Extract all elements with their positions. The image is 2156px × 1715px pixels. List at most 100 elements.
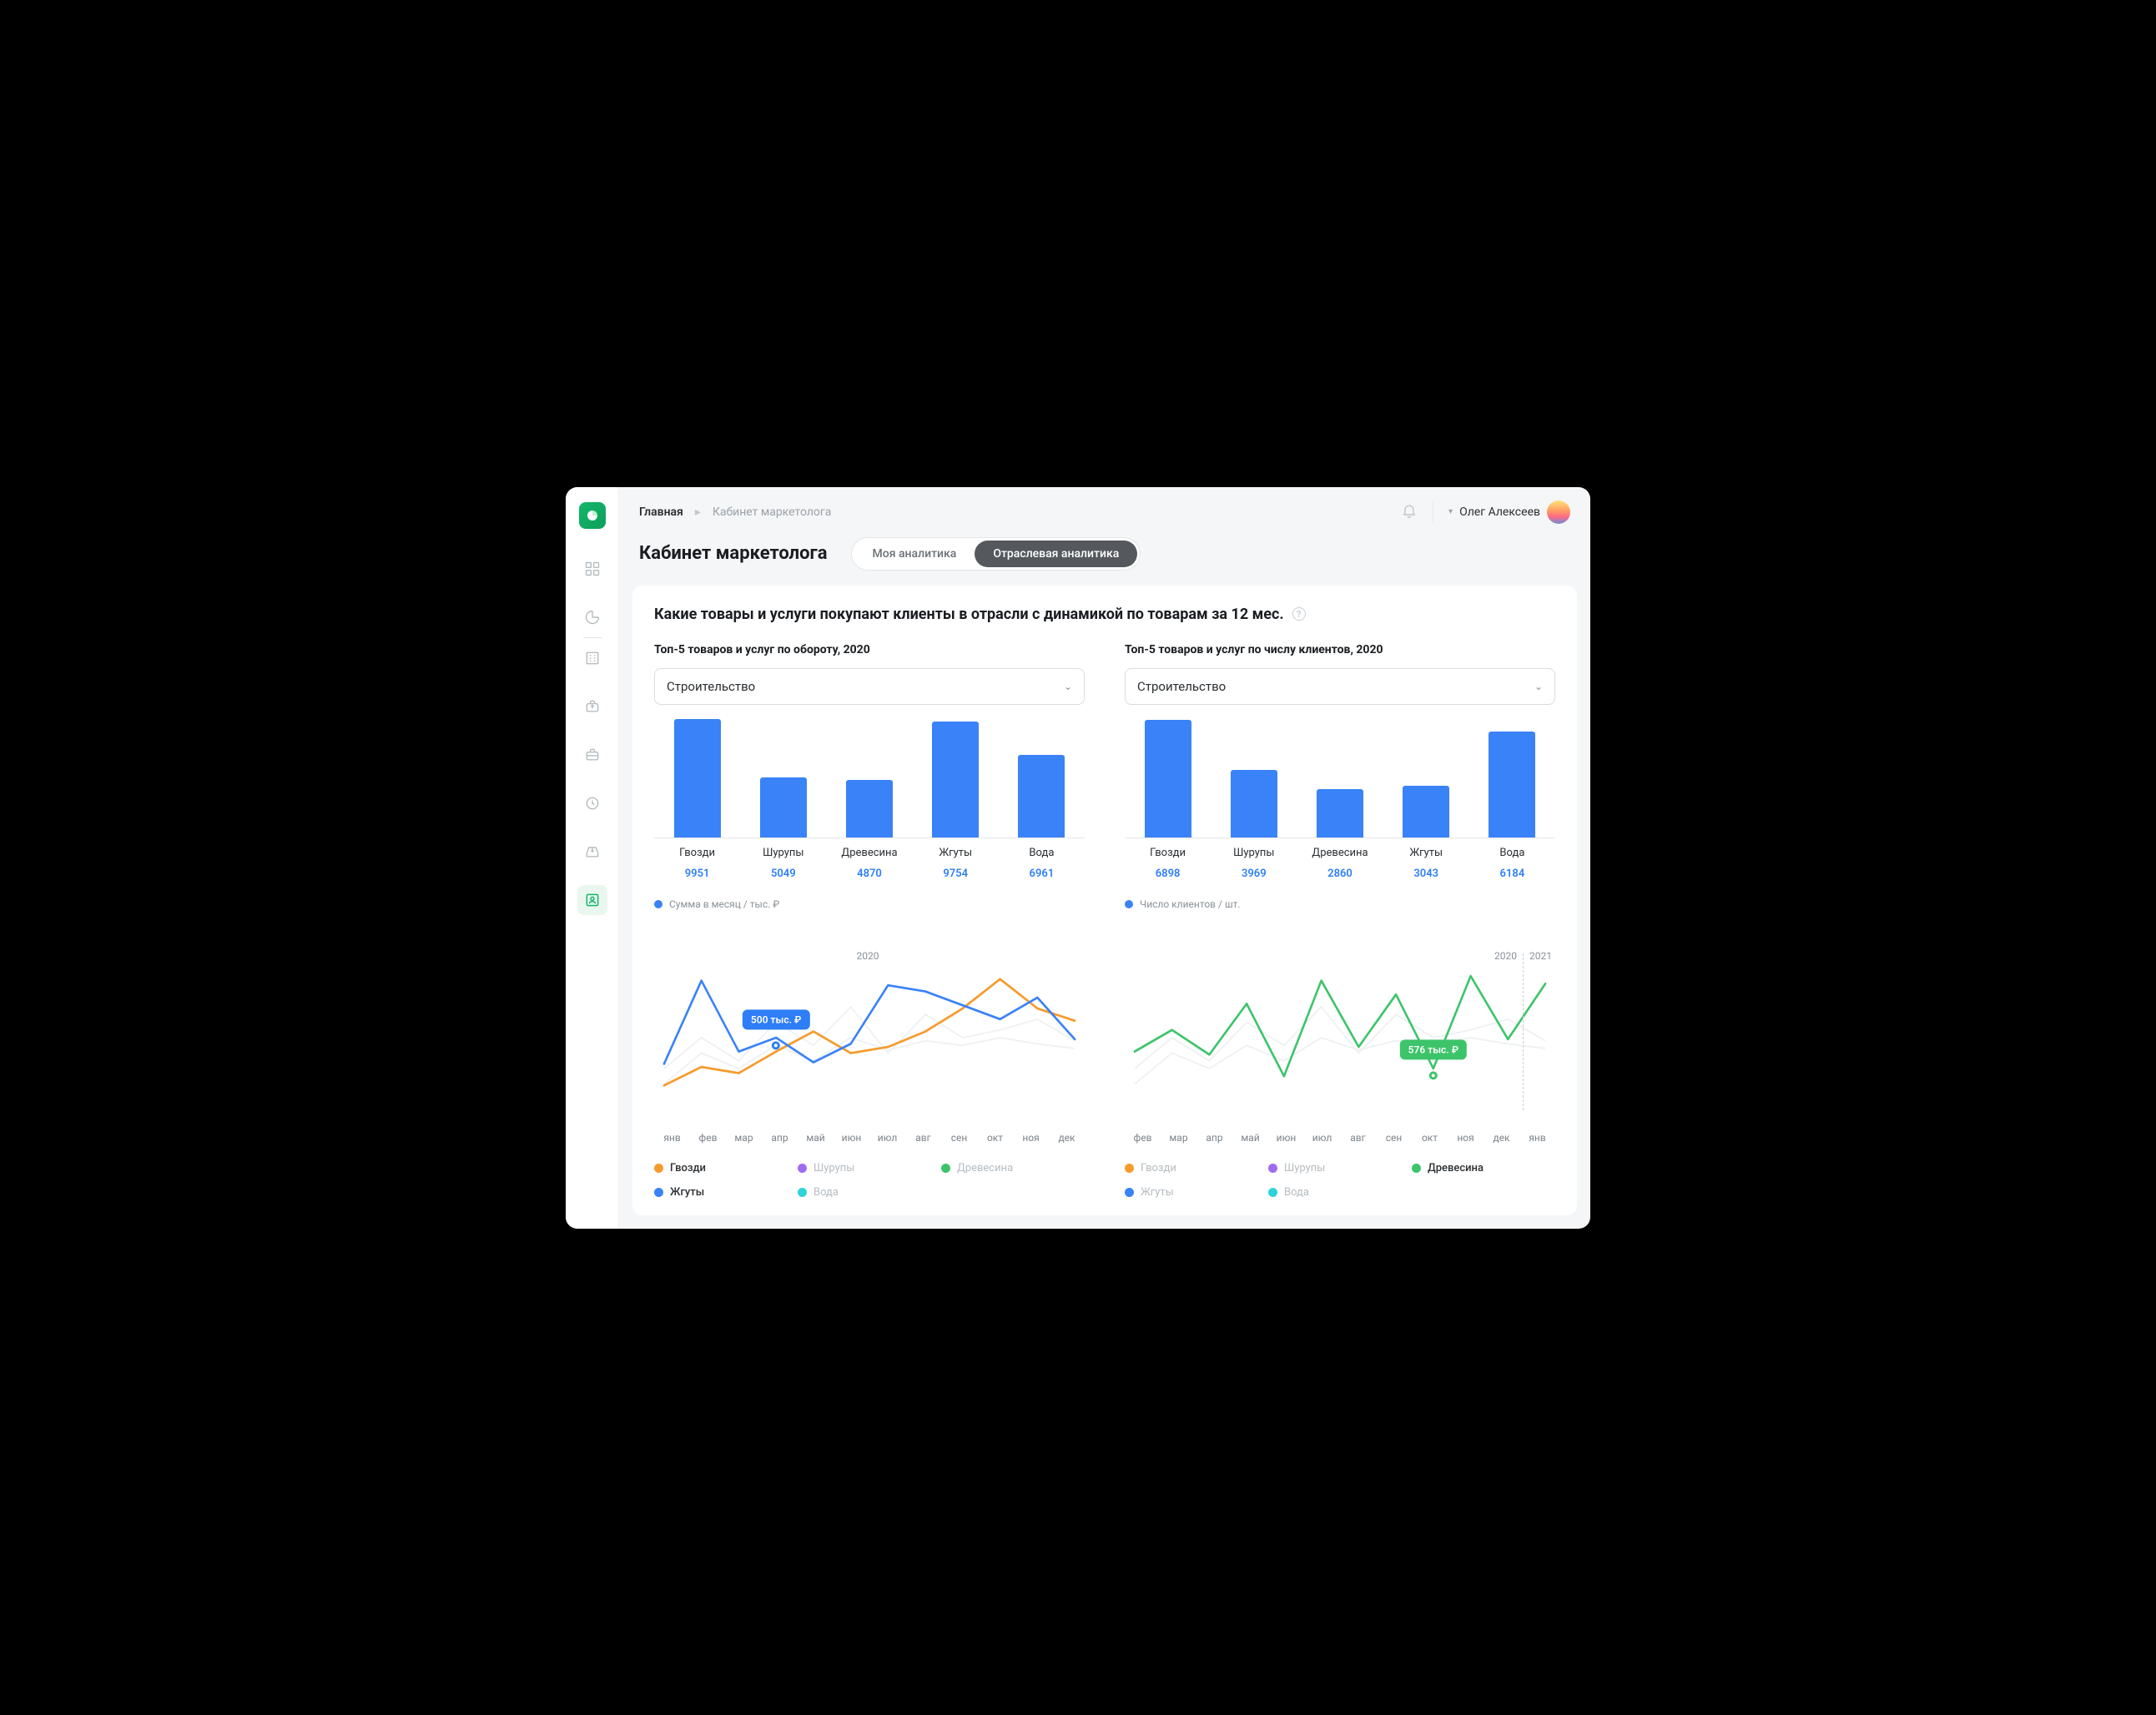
app-window: Главная ▸ Кабинет маркетолога ▾ Олег Але… [566,487,1590,1229]
month-label: окт [1412,1132,1448,1144]
tab-my-analytics[interactable]: Моя аналитика [854,541,975,567]
line-chart-clients: 2020 2021 576 тыс. ₽ [1125,950,1555,1125]
section-title-text: Какие товары и услуги покупают клиенты в… [654,606,1284,623]
bar[interactable] [1231,770,1277,838]
bar-cell [999,713,1085,838]
bar[interactable] [1489,732,1535,837]
bar-chart-turnover [654,713,1085,838]
bar-value[interactable]: 4870 [826,868,912,880]
nav-company[interactable] [577,643,607,673]
bar-legend: Число клиентов / шт. [1125,898,1555,910]
legend-label: Шурупы [1284,1162,1325,1174]
bar[interactable] [760,777,807,837]
chevron-down-icon: ⌄ [1064,681,1072,692]
bar-value[interactable]: 6961 [999,868,1085,880]
user-name: Олег Алексеев [1459,505,1540,519]
bar-cell [740,713,826,838]
bar-category: Гвозди [654,847,740,859]
dot-icon [1125,1164,1134,1173]
person-card-icon [584,892,601,908]
year-divider [1523,953,1524,1110]
bar-value[interactable]: 3043 [1383,868,1469,880]
months-axis: февмарапрмайиюниюлавгсеноктноядекянв [1125,1132,1555,1144]
bar[interactable] [1403,786,1449,838]
select-industry-left[interactable]: Строительство ⌄ [654,668,1085,705]
dot-icon [1125,900,1133,908]
bar[interactable] [1317,789,1363,838]
month-label: сен [1376,1132,1412,1144]
dot-icon [654,1164,663,1173]
bar-cell [826,713,912,838]
bar-values: 68983969286030436184 [1125,868,1555,880]
axis-line [1125,837,1555,838]
tab-industry-analytics[interactable]: Отраслевая аналитика [975,541,1137,567]
legend-label: Жгуты [1141,1186,1174,1199]
bar-value[interactable]: 2860 [1297,868,1383,880]
nav-payments[interactable] [577,837,607,867]
bar-cell [1469,713,1555,838]
user-menu[interactable]: ▾ Олег Алексеев [1448,500,1570,524]
legend-item-Древесина[interactable]: Древесина [941,1162,1085,1174]
month-label: янв [1519,1132,1555,1144]
avatar [1547,500,1570,524]
help-icon[interactable]: ? [1292,607,1306,621]
bar-categories: ГвоздиШурупыДревесинаЖгутыВода [1125,847,1555,859]
bar[interactable] [846,780,893,838]
dot-icon [798,1164,807,1173]
select-value: Строительство [1137,679,1226,694]
sidebar [566,487,619,1229]
legend-item-Гвозди[interactable]: Гвозди [1125,1162,1268,1174]
line-chart-turnover: 2020 500 тыс. ₽ [654,950,1085,1125]
legend-item-Шурупы[interactable]: Шурупы [1268,1162,1412,1174]
nav-history[interactable] [577,788,607,818]
bar[interactable] [1018,755,1065,837]
bar-category: Жгуты [1383,847,1469,859]
legend-item-Жгуты[interactable]: Жгуты [654,1186,798,1199]
dot-icon [1268,1188,1277,1197]
section-title: Какие товары и услуги покупают клиенты в… [654,606,1555,623]
nav-export[interactable] [577,692,607,722]
legend-item-Вода[interactable]: Вода [1268,1186,1412,1199]
legend-item-Шурупы[interactable]: Шурупы [798,1162,941,1174]
bar-value[interactable]: 6898 [1125,868,1211,880]
bar[interactable] [1145,720,1191,838]
month-label: апр [762,1132,798,1144]
nav-analytics[interactable] [577,602,607,632]
bar-value[interactable]: 9754 [913,868,999,880]
legend-item-Жгуты[interactable]: Жгуты [1125,1186,1268,1199]
notifications-button[interactable] [1401,502,1418,522]
nav-marketer[interactable] [577,885,607,915]
series-legend: ГвоздиШурупыДревесина ЖгутыВода [654,1162,1085,1199]
brand-logo[interactable] [579,502,606,529]
dot-icon [1412,1164,1421,1173]
select-industry-right[interactable]: Строительство ⌄ [1125,668,1555,705]
bar-cell [654,713,740,838]
bar-values: 99515049487097546961 [654,868,1085,880]
bar-value[interactable]: 5049 [740,868,826,880]
bar-value[interactable]: 6184 [1469,868,1555,880]
page-title: Кабинет маркетолога [639,543,828,564]
breadcrumb-root[interactable]: Главная [639,505,683,519]
dot-icon [798,1188,807,1197]
line-chart-turnover-wrap: 2020 500 тыс. ₽ янвфевмарапрмайиюниюлавг… [654,950,1085,1199]
month-label: мар [726,1132,762,1144]
bar-chart-clients [1125,713,1555,838]
dot-icon [654,1188,663,1197]
legend-label: Гвозди [1141,1162,1176,1174]
bar-cell [1297,713,1383,838]
nav-dashboard[interactable] [577,554,607,584]
bar[interactable] [932,722,979,837]
bar[interactable] [674,719,721,837]
month-label: мар [1161,1132,1196,1144]
bar-value[interactable]: 9951 [654,868,740,880]
month-label: июл [1304,1132,1340,1144]
breadcrumb-current: Кабинет маркетолога [713,505,832,519]
legend-item-Древесина[interactable]: Древесина [1412,1162,1555,1174]
nav-briefcase[interactable] [577,740,607,770]
legend-item-Вода[interactable]: Вода [798,1186,941,1199]
dot-icon [1268,1164,1277,1173]
bar-value[interactable]: 3969 [1211,868,1297,880]
legend-item-Гвозди[interactable]: Гвозди [654,1162,798,1174]
bar-category: Древесина [1297,847,1383,859]
month-label: апр [1196,1132,1232,1144]
